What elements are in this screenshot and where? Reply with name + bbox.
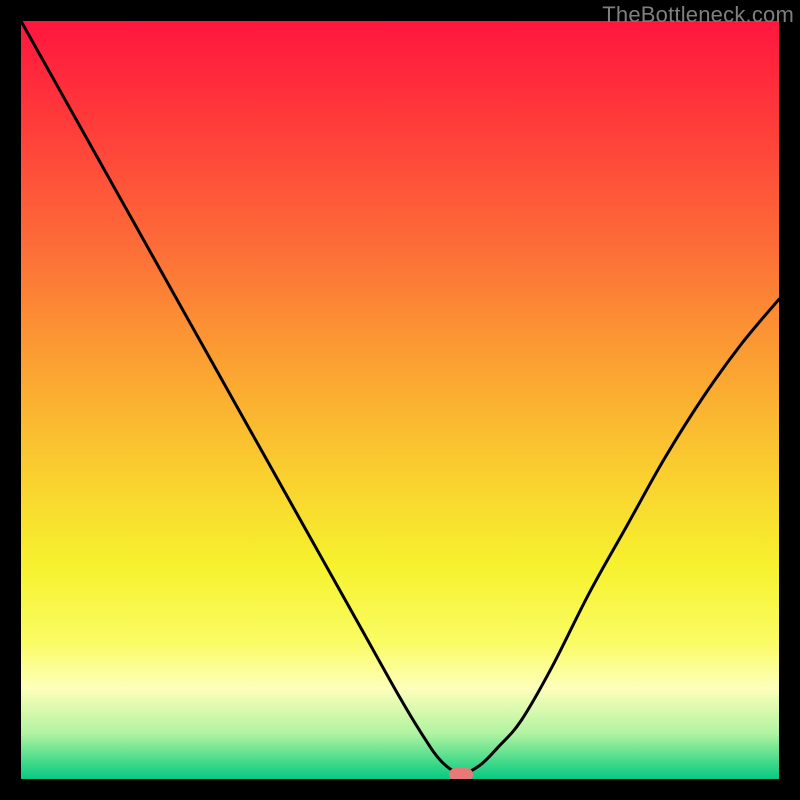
plot-area — [21, 21, 779, 779]
background-gradient — [21, 21, 779, 779]
watermark-text: TheBottleneck.com — [602, 2, 794, 28]
optimal-marker — [449, 768, 473, 779]
chart-frame: TheBottleneck.com — [0, 0, 800, 800]
